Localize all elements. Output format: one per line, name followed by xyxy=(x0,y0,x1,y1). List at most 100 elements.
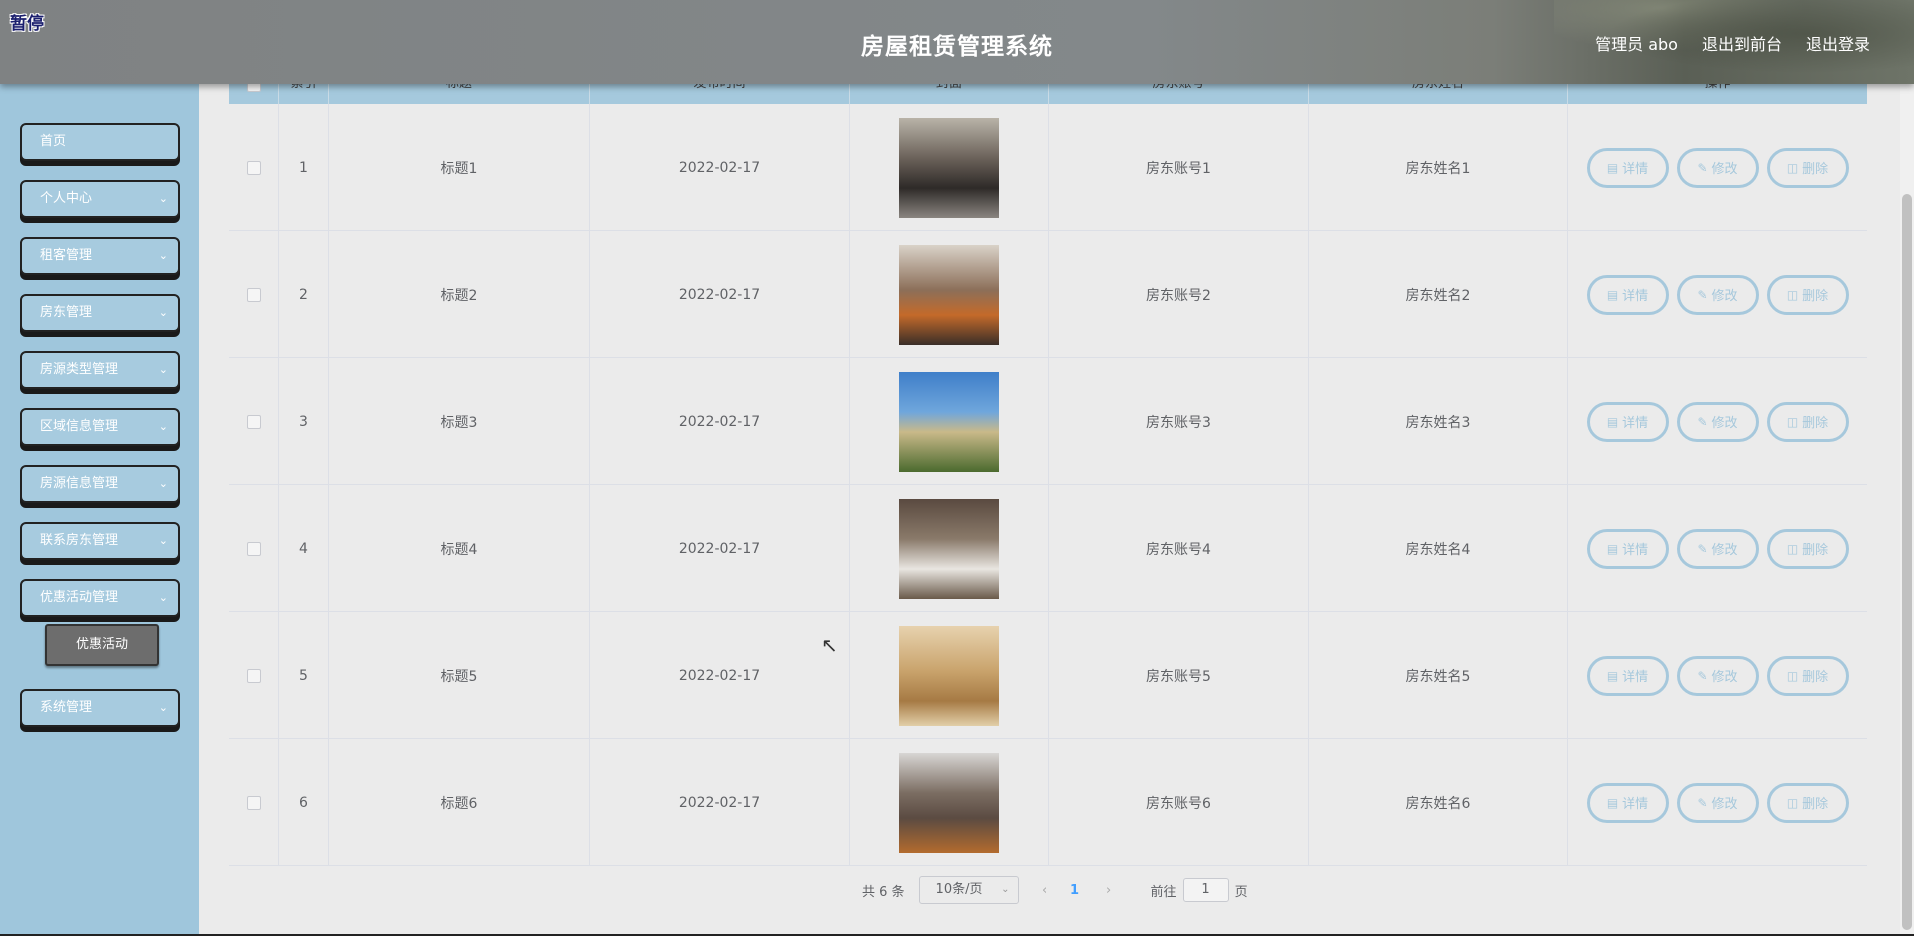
action-label: 详情 xyxy=(1622,162,1649,177)
action-label: 修改 xyxy=(1711,162,1738,177)
sidebar-item-home[interactable]: 首页 xyxy=(20,123,180,161)
detail-button[interactable]: ▤ 详情 xyxy=(1586,147,1669,188)
action-label: 修改 xyxy=(1711,797,1738,812)
delete-button[interactable]: ◫ 删除 xyxy=(1766,147,1849,188)
action-label: 删除 xyxy=(1802,416,1829,431)
chevron-down-icon: ⌄ xyxy=(158,306,168,319)
delete-icon: ◫ xyxy=(1786,795,1799,810)
sidebar-subitem-promotion[interactable]: 优惠活动 xyxy=(45,624,159,666)
row-select-cell xyxy=(229,485,279,612)
sidebar-item-house-type-management[interactable]: 房源类型管理 ⌄ xyxy=(20,351,180,389)
row-cover-cell xyxy=(850,104,1049,231)
sidebar-item-promotion-management[interactable]: 优惠活动管理 ⌄ xyxy=(20,579,180,617)
edit-button[interactable]: ✎ 修改 xyxy=(1676,655,1759,696)
delete-icon: ◫ xyxy=(1786,414,1799,429)
row-date: 2022-02-17 xyxy=(590,612,850,739)
detail-icon: ▤ xyxy=(1606,160,1619,175)
delete-button[interactable]: ◫ 删除 xyxy=(1766,528,1849,569)
action-label: 详情 xyxy=(1622,797,1649,812)
delete-button[interactable]: ◫ 删除 xyxy=(1766,655,1849,696)
sidebar-item-system-management[interactable]: 系统管理 ⌄ xyxy=(20,689,180,727)
row-account: 房东账号4 xyxy=(1049,485,1309,612)
edit-button[interactable]: ✎ 修改 xyxy=(1676,528,1759,569)
row-cover-cell xyxy=(850,739,1049,866)
delete-button[interactable]: ◫ 删除 xyxy=(1766,782,1849,823)
delete-icon: ◫ xyxy=(1786,668,1799,683)
sidebar-item-label: 系统管理 xyxy=(40,700,93,715)
detail-button[interactable]: ▤ 详情 xyxy=(1586,782,1669,823)
row-checkbox[interactable] xyxy=(246,668,261,683)
row-name: 房东姓名5 xyxy=(1309,612,1568,739)
sidebar-item-tenant-management[interactable]: 租客管理 ⌄ xyxy=(20,237,180,275)
detail-button[interactable]: ▤ 详情 xyxy=(1586,655,1669,696)
prev-page-icon[interactable]: ‹ xyxy=(1033,883,1057,898)
row-select-cell xyxy=(229,739,279,866)
next-page-icon[interactable]: › xyxy=(1097,883,1121,898)
action-label: 删除 xyxy=(1802,797,1829,812)
exit-to-front-link[interactable]: 退出到前台 xyxy=(1702,31,1782,55)
chevron-down-icon: ⌄ xyxy=(158,701,168,714)
table-row: 6 标题6 2022-02-17 房东账号6 房东姓名6 ▤ 详情 ✎ 修改 ◫ 删除 xyxy=(229,739,1867,866)
page-size-select[interactable]: 10条/页 ⌄ xyxy=(918,876,1019,904)
action-label: 删除 xyxy=(1802,543,1829,558)
edit-button[interactable]: ✎ 修改 xyxy=(1676,401,1759,442)
row-checkbox[interactable] xyxy=(246,541,261,556)
action-label: 修改 xyxy=(1711,543,1738,558)
chevron-down-icon: ⌄ xyxy=(158,249,168,262)
sidebar-item-contact-landlord-management[interactable]: 联系房东管理 ⌄ xyxy=(20,522,180,560)
detail-icon: ▤ xyxy=(1606,287,1619,302)
detail-icon: ▤ xyxy=(1606,414,1619,429)
sidebar-item-region-management[interactable]: 区域信息管理 ⌄ xyxy=(20,408,180,446)
row-checkbox[interactable] xyxy=(246,414,261,429)
logout-link[interactable]: 退出登录 xyxy=(1806,31,1870,55)
action-label: 修改 xyxy=(1711,416,1738,431)
chevron-down-icon: ⌄ xyxy=(158,591,168,604)
row-checkbox[interactable] xyxy=(246,160,261,175)
detail-button[interactable]: ▤ 详情 xyxy=(1586,274,1669,315)
row-checkbox[interactable] xyxy=(246,287,261,302)
detail-button[interactable]: ▤ 详情 xyxy=(1586,401,1669,442)
sidebar-item-label: 首页 xyxy=(40,134,67,149)
table-row: 4 标题4 2022-02-17 房东账号4 房东姓名4 ▤ 详情 ✎ 修改 ◫ 删除 xyxy=(229,485,1867,612)
row-index: 4 xyxy=(279,485,329,612)
action-label: 详情 xyxy=(1622,289,1649,304)
detail-button[interactable]: ▤ 详情 xyxy=(1586,528,1669,569)
page-suffix: 页 xyxy=(1234,884,1248,900)
page-scrollbar[interactable] xyxy=(1900,84,1914,936)
row-title: 标题2 xyxy=(329,231,590,358)
row-cover-cell xyxy=(850,231,1049,358)
row-index: 2 xyxy=(279,231,329,358)
edit-icon: ✎ xyxy=(1697,668,1708,683)
edit-button[interactable]: ✎ 修改 xyxy=(1676,147,1759,188)
goto-label: 前往 xyxy=(1150,884,1177,900)
detail-icon: ▤ xyxy=(1606,541,1619,556)
row-index: 5 xyxy=(279,612,329,739)
row-actions: ▤ 详情 ✎ 修改 ◫ 删除 xyxy=(1568,358,1867,485)
row-actions: ▤ 详情 ✎ 修改 ◫ 删除 xyxy=(1568,485,1867,612)
row-date: 2022-02-17 xyxy=(590,104,850,231)
row-title: 标题3 xyxy=(329,358,590,485)
row-date: 2022-02-17 xyxy=(590,231,850,358)
row-select-cell xyxy=(229,358,279,485)
sidebar-item-house-info-management[interactable]: 房源信息管理 ⌄ xyxy=(20,465,180,503)
delete-button[interactable]: ◫ 删除 xyxy=(1766,401,1849,442)
cover-image xyxy=(899,752,999,853)
scrollbar-thumb[interactable] xyxy=(1902,194,1912,930)
goto-page-input[interactable]: 1 xyxy=(1182,878,1229,902)
sidebar-item-personal-center[interactable]: 个人中心 ⌄ xyxy=(20,180,180,218)
row-checkbox[interactable] xyxy=(246,795,261,810)
edit-icon: ✎ xyxy=(1697,160,1708,175)
table-row: 3 标题3 2022-02-17 房东账号3 房东姓名3 ▤ 详情 ✎ 修改 ◫ 删除 xyxy=(229,358,1867,485)
chevron-down-icon: ⌄ xyxy=(158,534,168,547)
mouse-cursor-icon: ↖ xyxy=(821,633,838,657)
pagination: 共 6 条 10条/页 ⌄ ‹ 1 › 前往 1 页 xyxy=(862,876,1248,904)
current-user: 管理员 abo xyxy=(1595,35,1678,54)
delete-button[interactable]: ◫ 删除 xyxy=(1766,274,1849,315)
edit-button[interactable]: ✎ 修改 xyxy=(1676,782,1759,823)
page-number-current[interactable]: 1 xyxy=(1067,883,1083,898)
row-cover-cell xyxy=(850,358,1049,485)
sidebar-item-landlord-management[interactable]: 房东管理 ⌄ xyxy=(20,294,180,332)
sidebar-item-label: 房源类型管理 xyxy=(40,362,119,377)
action-label: 修改 xyxy=(1711,670,1738,685)
edit-button[interactable]: ✎ 修改 xyxy=(1676,274,1759,315)
